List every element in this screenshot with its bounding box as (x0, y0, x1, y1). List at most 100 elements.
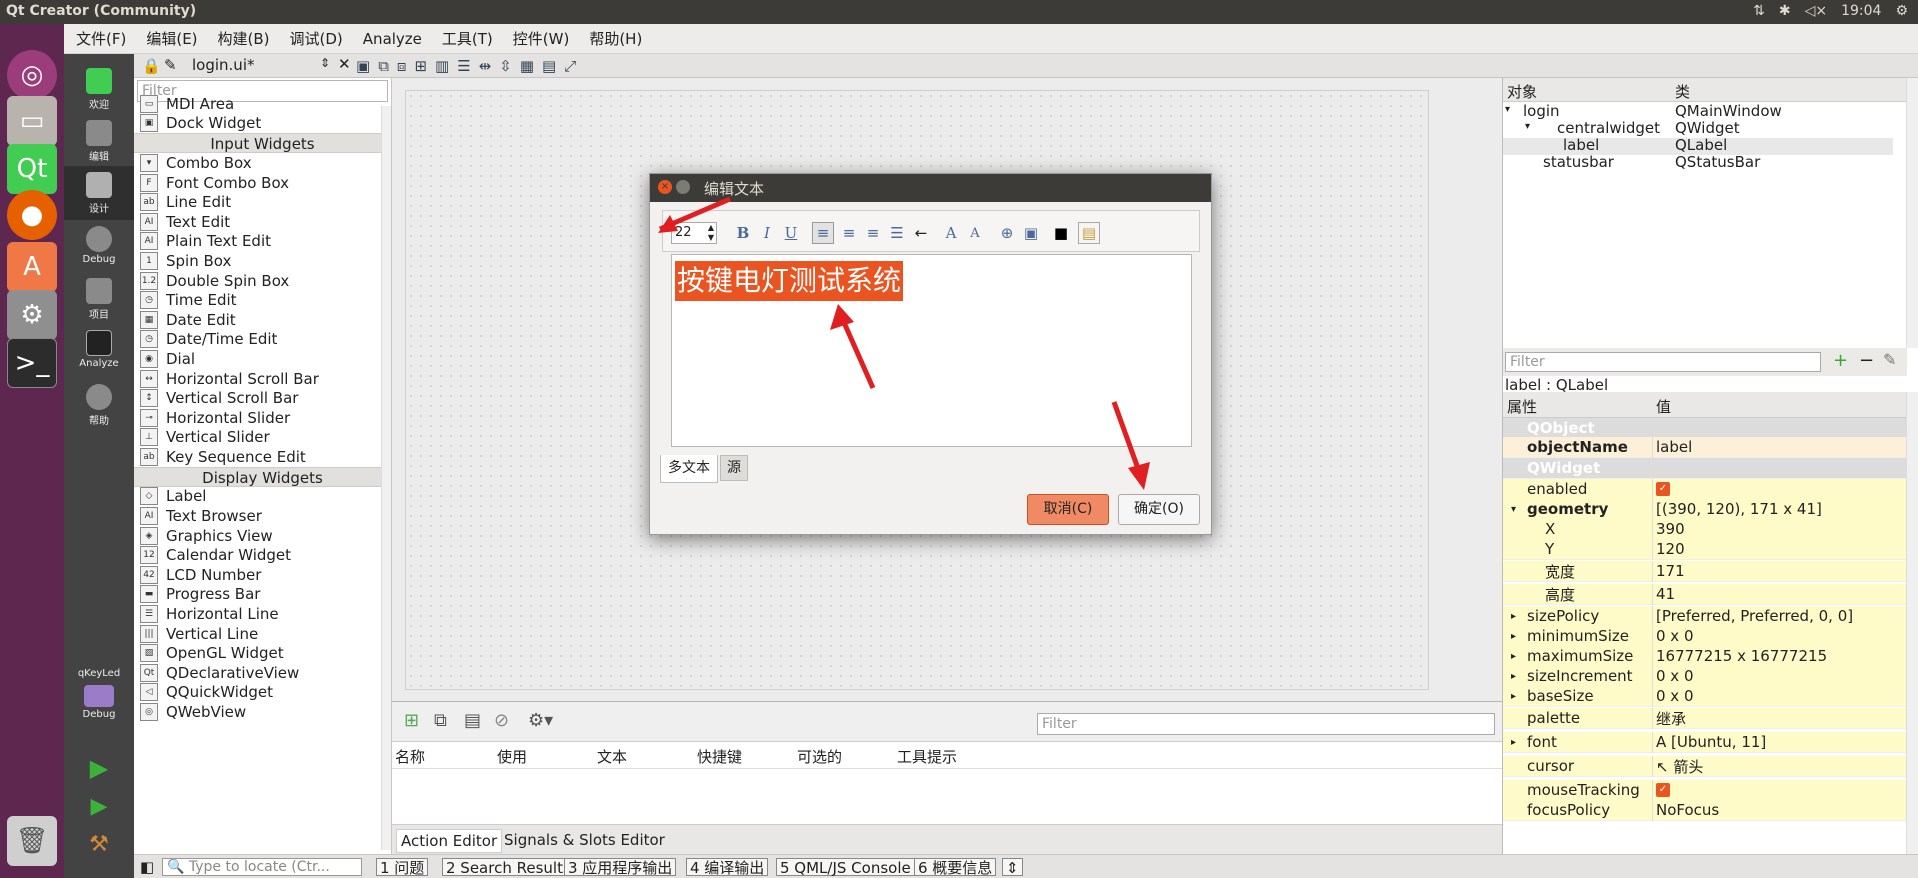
ubuntu-icon[interactable]: ◎ (7, 50, 57, 100)
tab-search-results[interactable]: 2 Search Results (442, 858, 575, 877)
property-row[interactable]: focusPolicy NoFocus (1503, 800, 1907, 821)
property-row[interactable]: 高度 41 (1503, 584, 1907, 605)
underline-button[interactable]: U (780, 222, 802, 244)
col-tooltip[interactable]: 工具提示 (897, 746, 957, 767)
add-property-icon[interactable]: + (1833, 350, 1848, 371)
widget-item[interactable]: Qt QDeclarativeView (134, 663, 391, 683)
action-filter-input[interactable]: Filter (1037, 713, 1495, 735)
property-value-wrapper[interactable]: ↖ 箭头 (1656, 756, 1703, 777)
expand-arrow-icon[interactable]: ▾ (1511, 504, 1516, 515)
superscript-button[interactable]: A (940, 222, 962, 244)
widget-item[interactable]: ||| Vertical Line (134, 624, 391, 644)
menu-debug[interactable]: 调试(D) (290, 28, 343, 49)
menu-widgets[interactable]: 控件(W) (513, 28, 570, 49)
cancel-button[interactable]: 取消(C) (1027, 494, 1109, 525)
align-justify-button[interactable]: ☰ (886, 222, 908, 244)
tab-app-output[interactable]: 3 应用程序输出 (564, 858, 677, 877)
widget-item[interactable]: F Font Combo Box (134, 173, 391, 193)
volume-icon[interactable]: ◁× (1805, 3, 1828, 19)
tab-signals-slots[interactable]: Signals & Slots Editor (500, 829, 669, 851)
sidebar-toggle-icon[interactable]: ◧ (140, 858, 154, 876)
menu-tools[interactable]: 工具(T) (442, 28, 493, 49)
property-value[interactable]: [Preferred, Preferred, 0, 0] (1656, 607, 1853, 625)
widget-item[interactable]: ◉ Dial (134, 349, 391, 369)
debug-run-button[interactable]: ▶ (64, 794, 134, 830)
clock[interactable]: 19:04 (1841, 3, 1881, 19)
property-scrollbar[interactable] (1906, 392, 1918, 854)
tab-general-messages[interactable]: 6 概要信息 (914, 858, 997, 877)
col-text[interactable]: 文本 (597, 746, 627, 767)
widget-item[interactable]: ⊥ Vertical Slider (134, 428, 391, 448)
layout-horizontal-icon[interactable]: ▥ (435, 57, 449, 75)
mode-edit[interactable]: 编辑 (64, 114, 134, 168)
expand-arrow-icon[interactable]: ▸ (1511, 611, 1516, 622)
property-row[interactable]: objectName label (1503, 437, 1907, 458)
close-file-icon[interactable]: ✕ (338, 55, 351, 73)
bluetooth-icon[interactable]: ✱ (1779, 3, 1791, 19)
widget-item[interactable]: ▨ OpenGL Widget (134, 643, 391, 663)
trash-icon[interactable]: 🗑 (7, 816, 57, 866)
widget-item[interactable]: ◁ QQuickWidget (134, 683, 391, 703)
property-row[interactable]: mouseTracking ✓ (1503, 780, 1907, 801)
widget-item[interactable]: ▬ Progress Bar (134, 585, 391, 605)
col-name[interactable]: 名称 (395, 746, 425, 767)
layout-grid-icon[interactable]: ▦ (520, 57, 534, 75)
col-shortcut[interactable]: 快捷键 (697, 746, 742, 767)
menu-analyze[interactable]: Analyze (363, 30, 422, 48)
property-checkbox[interactable]: ✓ (1656, 482, 1670, 496)
widget-item[interactable]: ▭ MDI Area (134, 94, 391, 114)
property-value[interactable]: 171 (1656, 562, 1685, 580)
widget-item[interactable]: ▾ Combo Box (134, 153, 391, 173)
widget-item[interactable]: ↕ Vertical Scroll Bar (134, 388, 391, 408)
property-value[interactable]: 390 (1656, 520, 1685, 538)
mode-analyze[interactable]: Analyze (64, 324, 134, 378)
expand-arrow-icon[interactable]: ▾ (1505, 104, 1510, 115)
widget-item[interactable]: ◎ QWebView (134, 702, 391, 722)
firefox-icon[interactable]: ● (7, 190, 57, 240)
tab-issues[interactable]: 1 问题 (376, 858, 429, 877)
tab-action-editor[interactable]: Action Editor (396, 829, 503, 853)
layout-hsplit-icon[interactable]: ⇹ (479, 57, 492, 75)
widget-item[interactable]: AI Text Browser (134, 506, 391, 526)
edit-taborder-icon[interactable]: ⊞ (414, 57, 427, 75)
tab-source[interactable]: 源 (720, 455, 748, 481)
subscript-button[interactable]: A (964, 222, 986, 244)
locator-input[interactable]: 🔍 Type to locate (Ctr... (162, 858, 362, 876)
col-object[interactable]: 对象 (1507, 81, 1537, 102)
col-class[interactable]: 类 (1675, 81, 1690, 102)
widget-category[interactable]: Display Widgets (134, 466, 391, 487)
property-row[interactable]: palette 继承 (1503, 708, 1907, 729)
file-switch-icon[interactable]: ⇕ (320, 56, 330, 70)
copy-action-icon[interactable]: ⧉ (434, 710, 447, 731)
new-action-icon[interactable]: ⊞ (404, 710, 419, 731)
object-inspector-scrollbar[interactable] (1906, 78, 1918, 348)
menu-help[interactable]: 帮助(H) (589, 28, 642, 49)
ok-button[interactable]: 确定(O) (1118, 494, 1200, 525)
align-left-button[interactable]: ≡ (812, 222, 834, 244)
property-value[interactable]: 120 (1656, 540, 1685, 558)
font-size-spinbox[interactable]: 22 ▲ ▼ (671, 222, 717, 244)
widget-category[interactable]: Input Widgets (134, 133, 391, 154)
tab-compile-output[interactable]: 4 编译输出 (686, 858, 769, 877)
widget-item[interactable]: ◷ Date/Time Edit (134, 330, 391, 350)
col-used[interactable]: 使用 (497, 746, 527, 767)
property-row[interactable]: ▸ minimumSize 0 x 0 (1503, 626, 1907, 647)
property-row[interactable]: ▸ font A [Ubuntu, 11] (1503, 732, 1907, 753)
power-gear-icon[interactable]: ⚙ (1895, 3, 1908, 19)
property-value[interactable]: NoFocus (1656, 801, 1719, 819)
object-row[interactable]: statusbar QStatusBar (1503, 153, 1893, 172)
expand-arrow-icon[interactable]: ▸ (1511, 737, 1516, 748)
property-value[interactable]: 0 x 0 (1656, 627, 1694, 645)
software-icon[interactable]: A (7, 242, 57, 292)
widget-item[interactable]: ⊸ Horizontal Slider (134, 408, 391, 428)
insert-image-icon[interactable]: ▣ (1020, 222, 1042, 244)
widget-item[interactable]: ab Line Edit (134, 192, 391, 212)
property-row[interactable]: ▾ geometry [(390, 120), 171 x 41] (1503, 499, 1907, 520)
more-tabs-icon[interactable]: ⇕ (1002, 858, 1023, 877)
mode-welcome[interactable]: 欢迎 (64, 62, 134, 116)
bold-button[interactable]: B (732, 222, 754, 244)
property-value[interactable]: 继承 (1656, 708, 1686, 729)
widget-item[interactable]: 12 Calendar Widget (134, 545, 391, 565)
open-file-name[interactable]: login.ui* (192, 56, 254, 74)
property-row[interactable]: ▸ maximumSize 16777215 x 16777215 (1503, 646, 1907, 667)
